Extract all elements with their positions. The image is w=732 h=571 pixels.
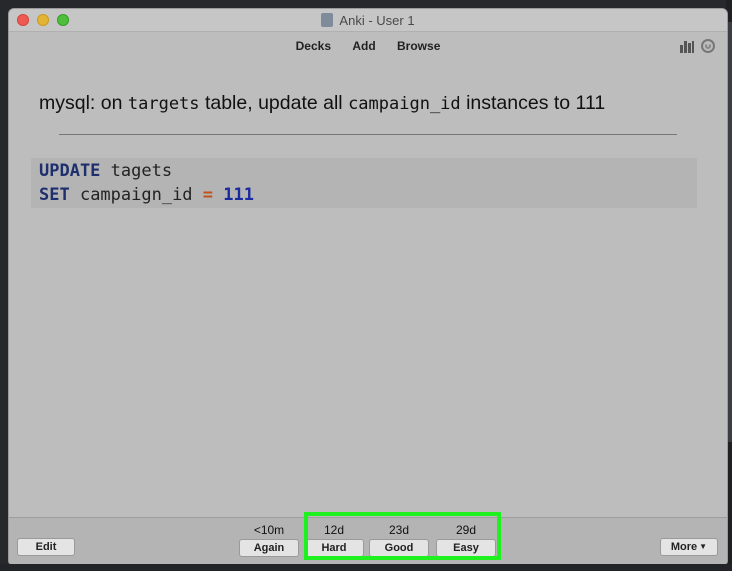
stats-icon[interactable] bbox=[680, 41, 694, 53]
bottom-status-strip bbox=[0, 564, 732, 571]
again-button[interactable]: Again bbox=[239, 539, 299, 557]
edit-button[interactable]: Edit bbox=[17, 538, 75, 556]
anki-app-icon bbox=[321, 13, 334, 27]
browse-link[interactable]: Browse bbox=[397, 39, 440, 53]
anki-window: Anki - User 1 Decks Add Browse mysql: on… bbox=[9, 9, 727, 564]
title-bar: Anki - User 1 bbox=[9, 9, 727, 32]
more-button[interactable]: More ▼ bbox=[660, 538, 718, 556]
review-bottom-bar: Edit <10m Again 12d Hard 23d Good 29d Ea… bbox=[9, 512, 727, 564]
answer-code-block: UPDATE tagets SET campaign_id = 111 bbox=[31, 158, 697, 208]
card-review-area: mysql: on targets table, update all camp… bbox=[9, 62, 727, 517]
main-toolbar: Decks Add Browse bbox=[9, 32, 727, 62]
answer-divider bbox=[59, 134, 677, 135]
code-line-2: SET campaign_id = 111 bbox=[39, 185, 254, 205]
answer-again: <10m Again bbox=[239, 522, 299, 557]
decks-link[interactable]: Decks bbox=[296, 39, 331, 53]
window-title: Anki - User 1 bbox=[9, 13, 727, 28]
sync-icon[interactable] bbox=[701, 39, 715, 53]
more-label: More bbox=[670, 541, 698, 553]
add-link[interactable]: Add bbox=[352, 39, 375, 53]
window-title-text: Anki - User 1 bbox=[339, 13, 415, 28]
again-interval: <10m bbox=[253, 523, 285, 537]
card-question: mysql: on targets table, update all camp… bbox=[39, 92, 606, 114]
chevron-down-icon: ▼ bbox=[699, 542, 708, 551]
code-line-1: UPDATE tagets bbox=[39, 161, 173, 181]
annotation-highlight-box bbox=[304, 512, 501, 560]
